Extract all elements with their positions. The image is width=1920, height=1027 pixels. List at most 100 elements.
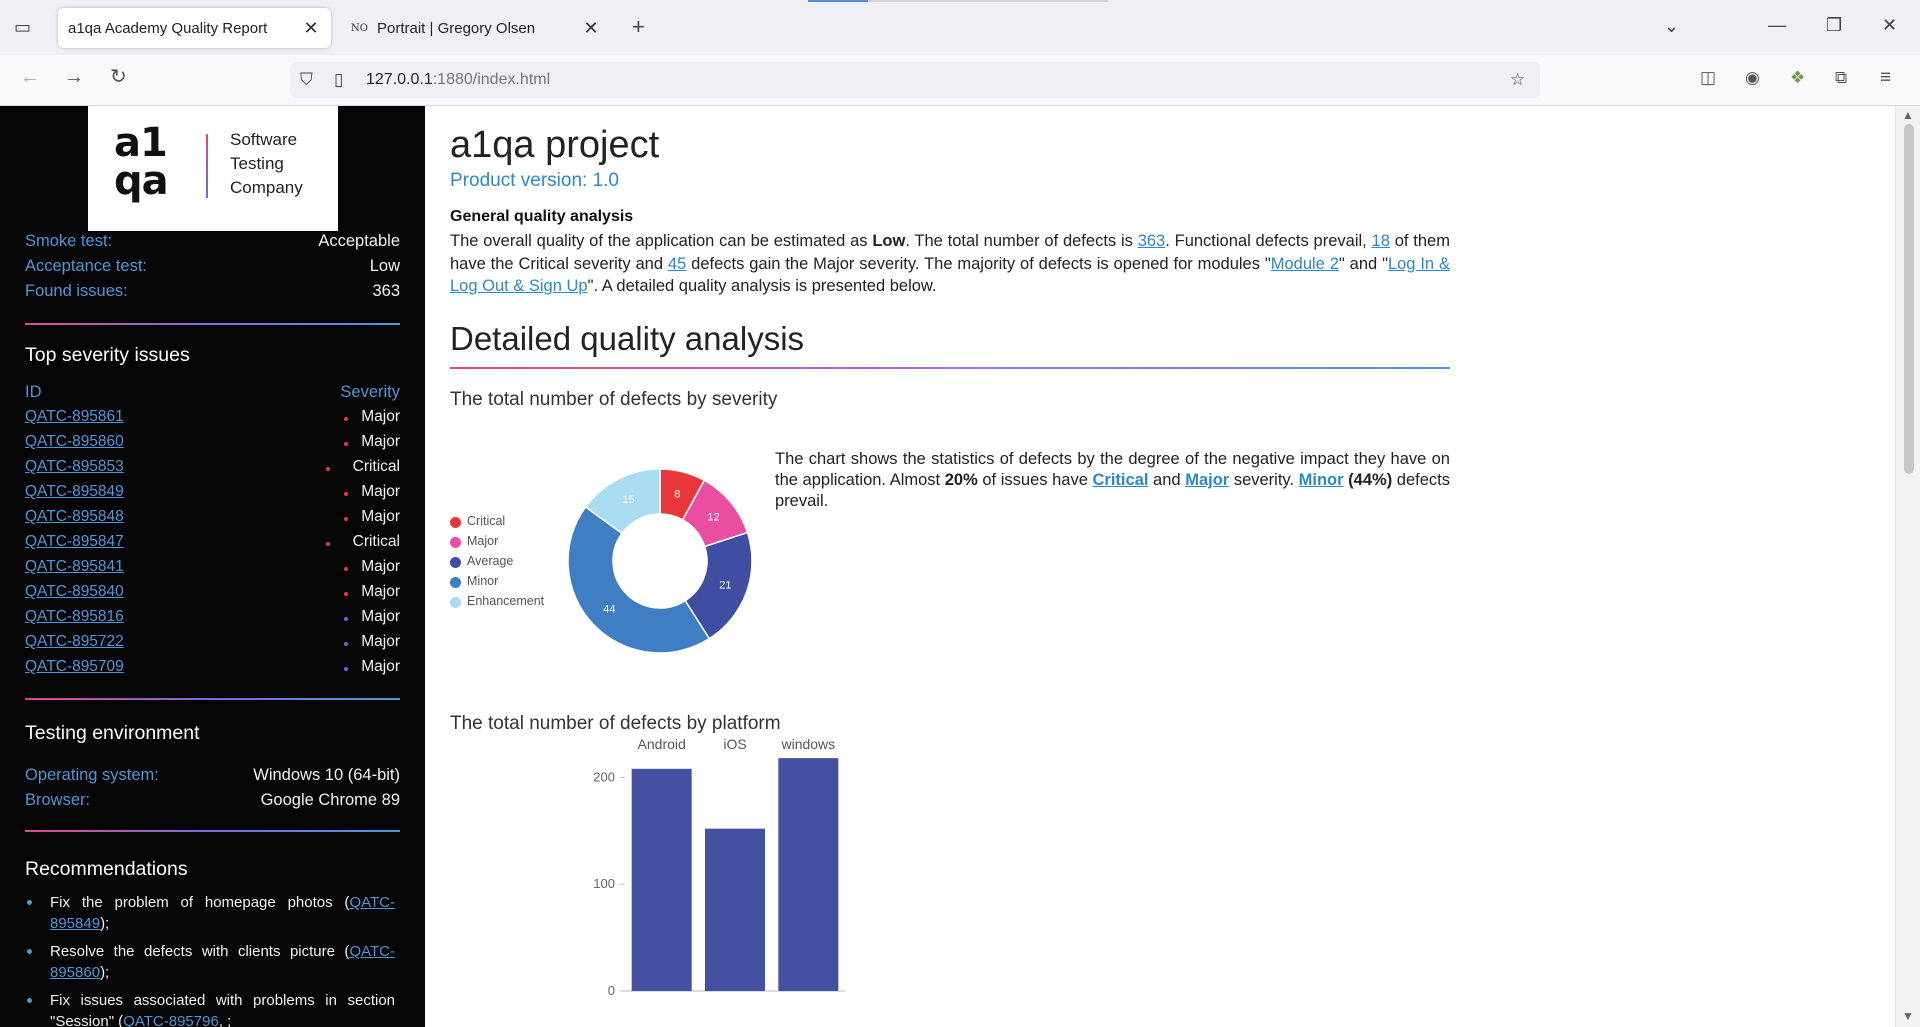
y-tick-label: 200 — [593, 769, 615, 784]
logo-text-line: Testing — [230, 154, 284, 173]
issue-id-link[interactable]: QATC-895847 — [25, 533, 124, 551]
general-analysis-heading: General quality analysis — [450, 208, 634, 225]
donut-slice-label: 15 — [622, 494, 634, 506]
tab-list-icon[interactable]: ▭ — [14, 18, 31, 36]
issue-severity: Critical — [352, 458, 400, 475]
module-link[interactable]: Module 2 — [1271, 255, 1339, 273]
severity-donut-chart: 8 12 21 44 15 — [567, 468, 753, 654]
env-browser: Browser: Google Chrome 89 — [25, 791, 400, 815]
detailed-analysis-title: Detailed quality analysis — [450, 320, 805, 357]
total-defects-link[interactable]: 363 — [1138, 232, 1166, 250]
tab-title: Portrait | Gregory Olsen — [377, 19, 536, 37]
restore-icon[interactable]: ❐ — [1826, 16, 1842, 34]
bar-android[interactable] — [631, 768, 692, 991]
donut-slice-minor[interactable] — [567, 505, 711, 654]
issue-id-link[interactable]: QATC-895709 — [25, 658, 124, 676]
bar-ios[interactable] — [705, 828, 765, 991]
recommendation-suffix: , ; — [218, 1013, 232, 1027]
text-fragment: " and " — [1338, 254, 1388, 273]
top-severity-row: QATC-895841 Major — [25, 558, 400, 582]
quality-level: Low — [872, 232, 906, 250]
tab-inactive[interactable]: NO Portrait | Gregory Olsen ✕ — [341, 8, 611, 48]
legend-swatch — [450, 577, 461, 588]
minor-percent: (44%) — [1348, 471, 1393, 489]
top-severity-row: QATC-895849 Major — [25, 483, 400, 507]
summary-value: Low — [369, 257, 400, 275]
general-analysis-text: The overall quality of the application c… — [450, 230, 1450, 298]
x-category-label: iOS — [723, 736, 746, 752]
major-link[interactable]: Major — [1185, 471, 1229, 489]
extensions-puzzle-icon[interactable]: ⧉ — [1835, 69, 1847, 86]
close-tab-icon[interactable]: ✕ — [301, 18, 321, 39]
issue-id-link[interactable]: QATC-895722 — [25, 633, 124, 651]
summary-key: Smoke test: — [25, 232, 113, 250]
y-tick-label: 100 — [593, 876, 615, 891]
recommendation-link[interactable]: QATC-895796 — [123, 1013, 219, 1027]
new-tab-icon[interactable]: + — [632, 16, 645, 38]
sidebar-divider — [25, 830, 400, 832]
text-fragment: The overall quality of the application c… — [450, 232, 873, 250]
scroll-thumb[interactable] — [1904, 124, 1914, 474]
top-severity-row: QATC-895709 Major — [25, 658, 400, 682]
issue-id-link[interactable]: QATC-895816 — [25, 608, 124, 626]
issue-id-link[interactable]: QATC-895861 — [25, 408, 124, 426]
critical-defects-link[interactable]: 18 — [1372, 232, 1390, 250]
percent-value: 20% — [944, 471, 978, 489]
issue-id-link[interactable]: QATC-895841 — [25, 558, 124, 576]
summary-acceptance-test: Acceptance test: Low — [25, 257, 400, 281]
sidebar-divider — [25, 323, 400, 325]
tab-active[interactable]: a1qa Academy Quality Report ✕ — [58, 8, 331, 48]
bookmark-star-icon[interactable]: ☆ — [1510, 70, 1525, 90]
scroll-up-icon[interactable]: ▲ — [1902, 108, 1914, 122]
legend-label: Major — [467, 534, 499, 548]
issue-id-link[interactable]: QATC-895860 — [25, 433, 124, 451]
bar-windows[interactable] — [778, 758, 839, 991]
legend-label: Minor — [467, 574, 499, 588]
tab-overflow-chevron-icon[interactable]: ⌄ — [1664, 17, 1679, 35]
donut-slice-label: 12 — [707, 512, 719, 524]
critical-link[interactable]: Critical — [1093, 471, 1149, 489]
x-category-label: windows — [780, 736, 835, 752]
env-value: Windows 10 (64-bit) — [253, 766, 400, 784]
env-key: Operating system: — [25, 766, 159, 784]
close-tab-icon[interactable]: ✕ — [581, 18, 601, 39]
severity-dot — [326, 467, 330, 471]
forward-icon[interactable]: → — [64, 67, 84, 87]
issue-id-link[interactable]: QATC-895840 — [25, 583, 124, 601]
close-window-icon[interactable]: ✕ — [1882, 16, 1897, 34]
menu-icon[interactable]: ≡ — [1880, 68, 1891, 87]
sidebar: a1 qa Software Testing Company Smoke tes… — [0, 106, 425, 1027]
top-severity-row: QATC-895860 Major — [25, 433, 400, 457]
shield-icon[interactable]: ⛉ — [300, 70, 313, 90]
tab-favicon: NO — [351, 22, 368, 34]
page-scrollbar[interactable]: ▲ ▼ — [1895, 106, 1920, 1027]
major-defects-link[interactable]: 45 — [668, 255, 686, 273]
issue-severity: Critical — [352, 533, 400, 550]
minor-link[interactable]: Minor — [1299, 471, 1344, 489]
address-bar[interactable]: ⛉ ▯ 127.0.0.1:1880/index.html ☆ — [290, 62, 1540, 98]
env-key: Browser: — [25, 791, 91, 809]
severity-dot — [344, 667, 348, 671]
donut-slice-label: 44 — [603, 604, 615, 616]
page-info-icon[interactable]: ▯ — [334, 70, 343, 90]
env-value: Google Chrome 89 — [260, 791, 400, 809]
issue-id-link[interactable]: QATC-895849 — [25, 483, 124, 501]
reload-icon[interactable]: ↻ — [110, 67, 127, 87]
account-icon[interactable]: ◉ — [1745, 69, 1760, 86]
url-text[interactable]: 127.0.0.1:1880/index.html — [366, 71, 550, 89]
extension-icon[interactable]: ❖ — [1790, 69, 1805, 86]
logo-divider — [206, 134, 208, 198]
platform-bar-chart: 0 100 200 Android iOS windows — [593, 736, 845, 998]
pocket-icon[interactable]: ◫ — [1700, 69, 1716, 86]
issue-id-link[interactable]: QATC-895853 — [25, 458, 124, 476]
recommendation-text: Fix the problem of homepage photos ( — [50, 894, 350, 911]
text-fragment: of issues have — [977, 471, 1093, 489]
top-severity-row: QATC-895853 Critical — [25, 458, 400, 482]
top-severity-row: QATC-895848 Major — [25, 508, 400, 532]
url-host: 127.0.0.1 — [366, 71, 433, 88]
back-icon[interactable]: ← — [20, 67, 40, 87]
text-fragment: . Functional defects prevail, — [1165, 232, 1372, 250]
issue-id-link[interactable]: QATC-895848 — [25, 508, 124, 526]
scroll-down-icon[interactable]: ▼ — [1902, 1009, 1914, 1023]
minimize-icon[interactable]: — — [1768, 16, 1786, 34]
